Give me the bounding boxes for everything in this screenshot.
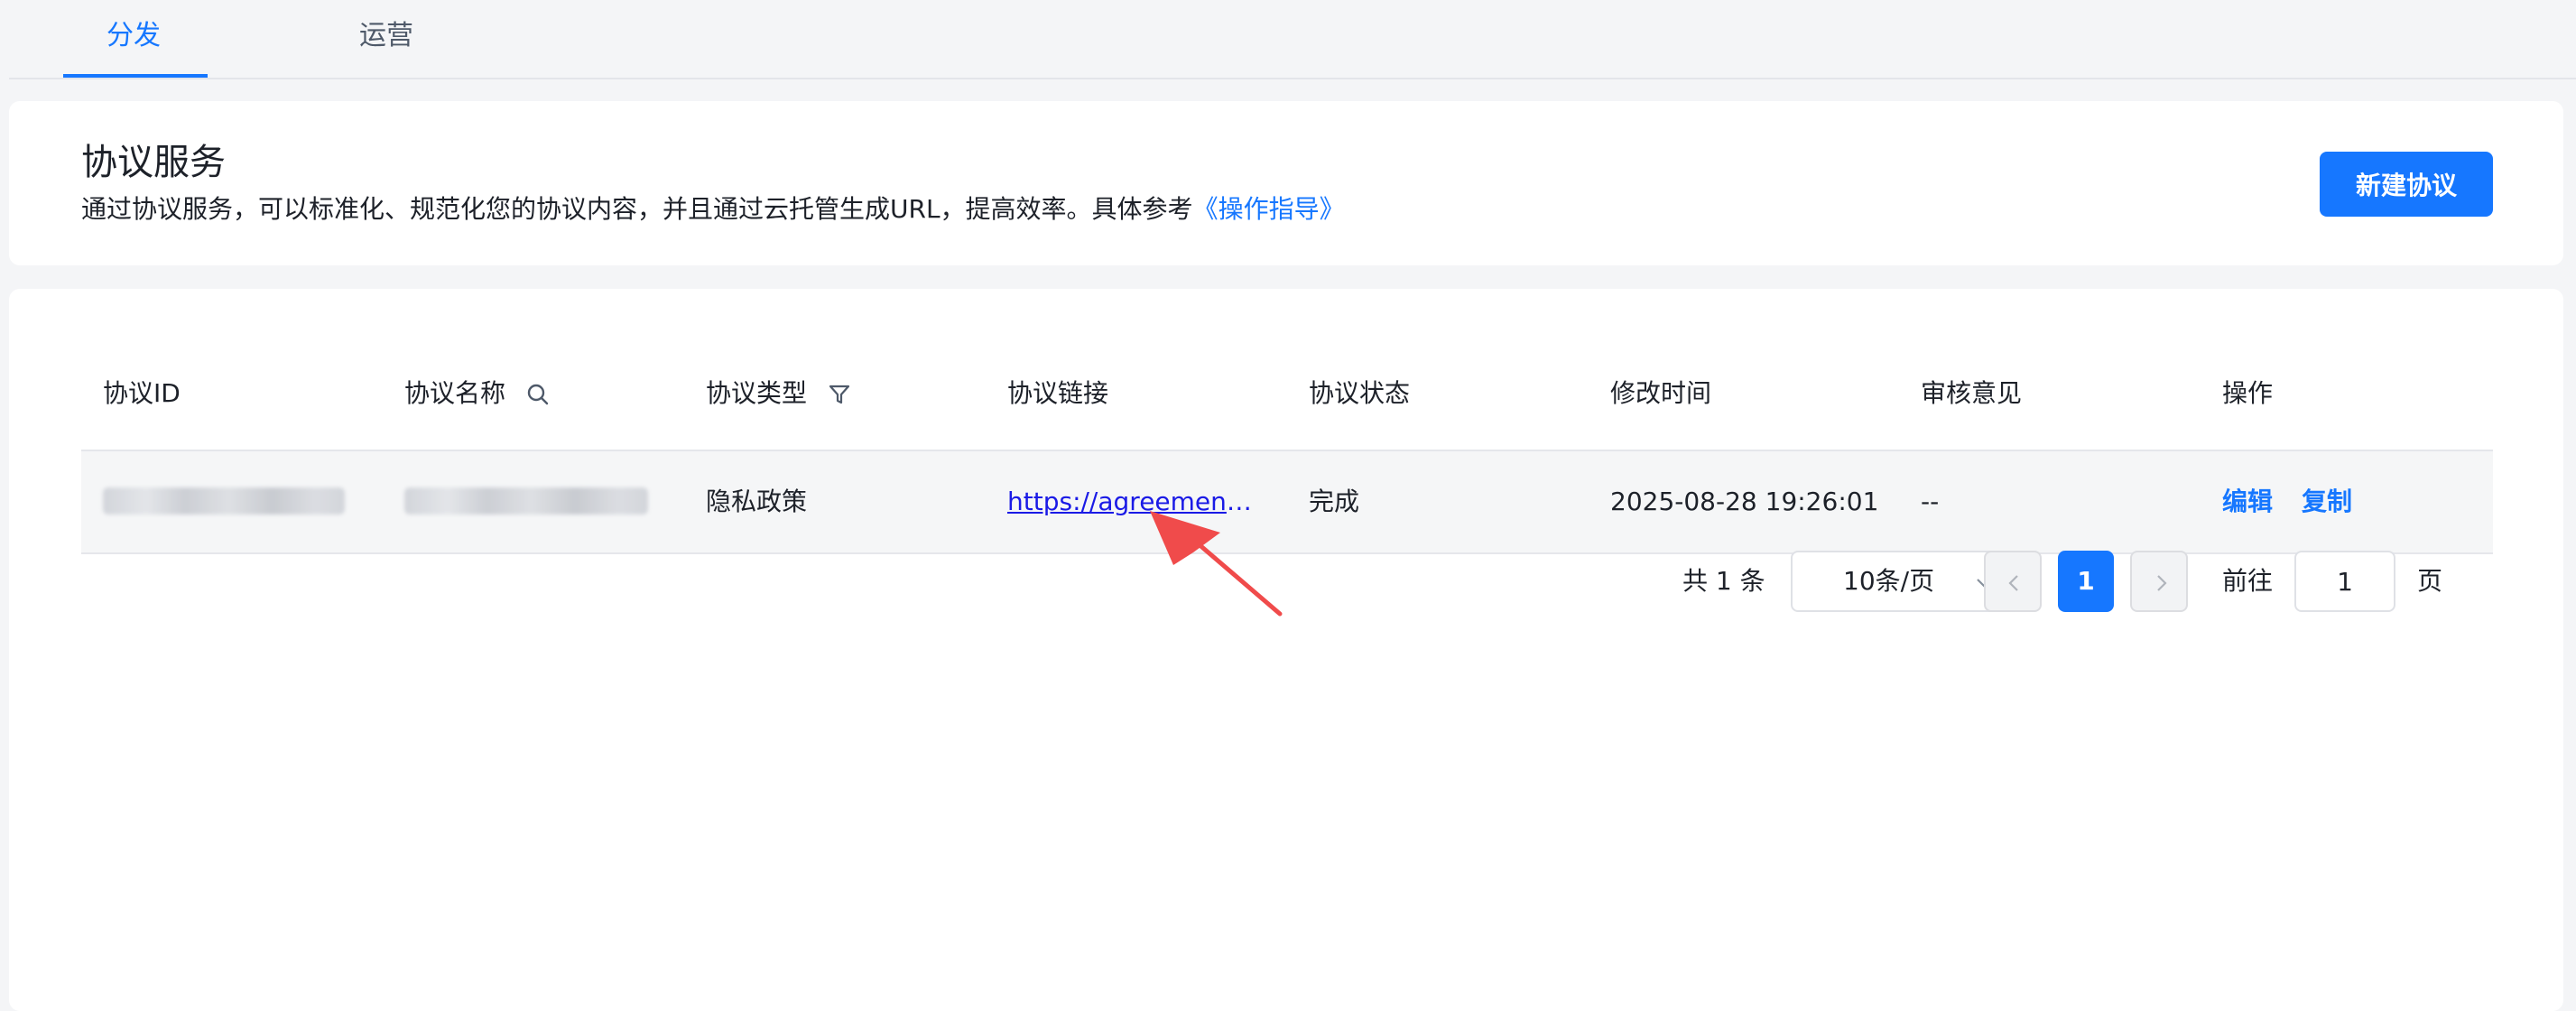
column-header-id: 协议ID	[103, 378, 181, 408]
total-count: 共 1 条	[1682, 566, 1765, 596]
chevron-left-icon	[2008, 575, 2018, 591]
table-header: 协议ID 协议名称 协议类型 协议链接 协议状态 修改时间 审核意见 操作	[81, 343, 2493, 451]
column-header-status: 协议状态	[1309, 378, 1411, 408]
column-header-type-label: 协议类型	[706, 378, 808, 408]
filter-icon[interactable]	[828, 383, 851, 406]
goto-page-input[interactable]	[2294, 551, 2395, 612]
next-page-button[interactable]	[2130, 551, 2188, 612]
column-header-name: 协议名称	[404, 376, 550, 412]
redacted-agreement-id	[103, 487, 345, 515]
column-header-actions: 操作	[2222, 378, 2274, 408]
column-header-name-label: 协议名称	[404, 378, 506, 408]
table-row: 隐私政策 https://agreement… 完成 2025-08-28 19…	[81, 451, 2493, 554]
description-text: 通过协议服务，可以标准化、规范化您的协议内容，并且通过云托管生成URL，提高效率…	[81, 194, 1193, 224]
tab-operations[interactable]: 运营	[359, 16, 413, 56]
tab-distribute[interactable]: 分发	[107, 16, 161, 56]
goto-suffix: 页	[2417, 566, 2443, 596]
guide-link[interactable]: 《操作指导》	[1193, 194, 1345, 224]
prev-page-button[interactable]	[1984, 551, 2042, 612]
agreement-type: 隐私政策	[706, 487, 808, 516]
column-header-type: 协议类型	[706, 376, 851, 412]
redacted-agreement-name	[404, 487, 648, 515]
column-header-review: 审核意见	[1921, 378, 2023, 408]
page-title: 协议服务	[81, 142, 226, 183]
column-header-link: 协议链接	[1007, 378, 1109, 408]
review-comment: --	[1921, 487, 1940, 516]
edit-button[interactable]: 编辑	[2222, 484, 2273, 520]
modified-time: 2025-08-28 19:26:01	[1610, 487, 1879, 516]
agreement-table: 协议ID 协议名称 协议类型 协议链接 协议状态 修改时间 审核意见 操作 隐私…	[81, 343, 2493, 554]
goto-label: 前往	[2222, 566, 2274, 596]
create-agreement-button[interactable]: 新建协议	[2320, 152, 2493, 217]
page-size-value: 10条/页	[1843, 566, 1935, 596]
page-number-button[interactable]: 1	[2058, 551, 2114, 612]
copy-button[interactable]: 复制	[2302, 484, 2352, 520]
header-card: 协议服务 通过协议服务，可以标准化、规范化您的协议内容，并且通过云托管生成URL…	[9, 101, 2563, 265]
chevron-right-icon	[2157, 575, 2167, 591]
active-tab-indicator	[63, 74, 208, 78]
pagination: 共 1 条 10条/页 1 前往 页	[9, 551, 2563, 614]
column-header-modified: 修改时间	[1610, 378, 1712, 408]
agreement-status: 完成	[1309, 487, 1360, 516]
search-icon[interactable]	[526, 383, 550, 406]
top-tabs: 分发 运营	[9, 0, 2576, 79]
agreement-link[interactable]: https://agreement…	[1007, 484, 1256, 520]
table-card: 协议ID 协议名称 协议类型 协议链接 协议状态 修改时间 审核意见 操作 隐私…	[9, 289, 2563, 1011]
page-description: 通过协议服务，可以标准化、规范化您的协议内容，并且通过云托管生成URL，提高效率…	[81, 191, 1345, 227]
